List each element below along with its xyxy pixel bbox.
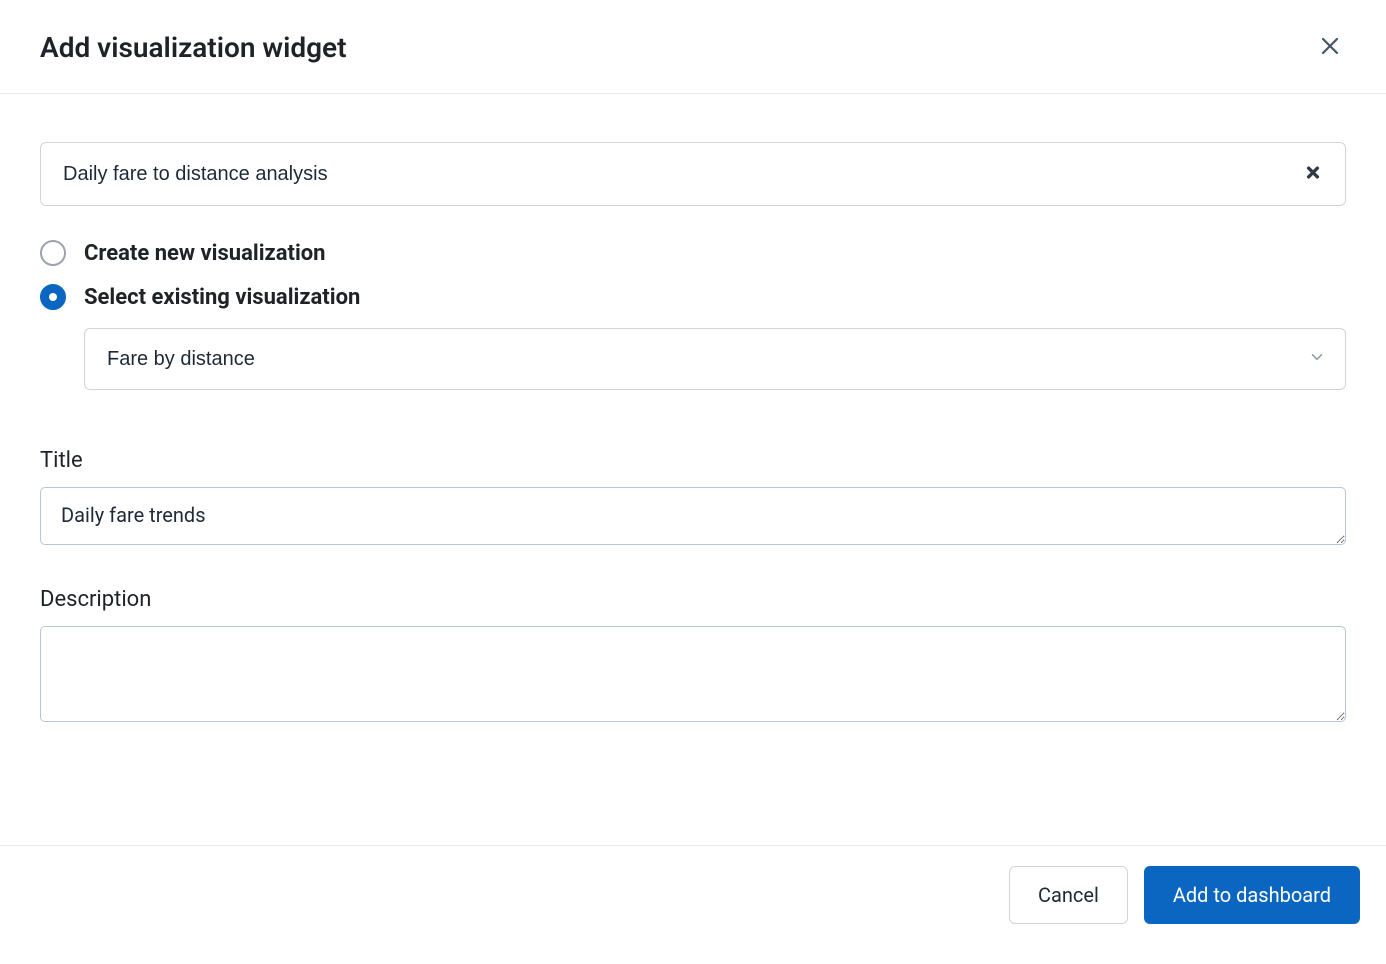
modal-header: Add visualization widget	[0, 0, 1386, 94]
title-input[interactable]	[40, 487, 1346, 545]
close-icon	[1318, 34, 1342, 61]
title-label: Title	[40, 448, 1346, 473]
clear-search-button[interactable]	[1298, 158, 1328, 191]
radio-create-new[interactable]	[40, 240, 66, 266]
modal-footer: Cancel Add to dashboard	[0, 845, 1386, 964]
title-field-group: Title	[40, 448, 1346, 549]
add-visualization-modal: Add visualization widget Create new visu…	[0, 0, 1386, 964]
search-field-wrap	[40, 142, 1346, 206]
clear-icon	[1304, 164, 1322, 185]
visualization-source-radio-group: Create new visualization Select existing…	[40, 240, 1346, 390]
close-button[interactable]	[1314, 30, 1346, 65]
radio-create-new-label[interactable]: Create new visualization	[84, 241, 326, 266]
modal-body: Create new visualization Select existing…	[0, 94, 1386, 845]
add-to-dashboard-button[interactable]: Add to dashboard	[1144, 866, 1360, 924]
description-field-group: Description	[40, 587, 1346, 726]
existing-visualization-select-wrap: Fare by distance	[84, 328, 1346, 390]
cancel-button[interactable]: Cancel	[1009, 866, 1128, 924]
radio-select-existing[interactable]	[40, 284, 66, 310]
modal-title: Add visualization widget	[40, 31, 347, 64]
radio-select-existing-label[interactable]: Select existing visualization	[84, 285, 360, 310]
existing-visualization-select[interactable]: Fare by distance	[84, 328, 1346, 390]
description-input[interactable]	[40, 626, 1346, 722]
radio-row-existing: Select existing visualization	[40, 284, 1346, 310]
description-label: Description	[40, 587, 1346, 612]
radio-row-create: Create new visualization	[40, 240, 1346, 266]
search-input[interactable]	[40, 142, 1346, 206]
